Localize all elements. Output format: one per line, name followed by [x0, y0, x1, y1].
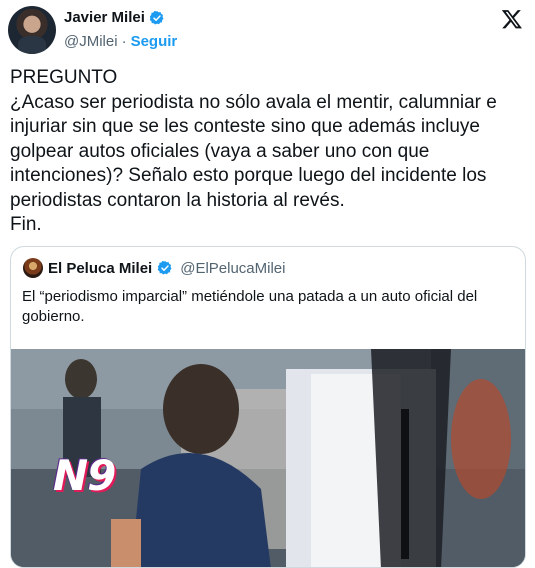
x-logo-icon[interactable]: [501, 8, 523, 30]
separator-dot: ·: [121, 33, 127, 50]
quoted-tweet-header: El Peluca Milei @ElPelucaMilei: [23, 258, 285, 278]
quoted-tweet-text: El “periodismo imparcial” metiéndole una…: [22, 288, 478, 325]
quoted-author-avatar: [23, 258, 43, 278]
handle-row: @JMilei · Seguir: [64, 33, 177, 50]
quoted-author-name: El Peluca Milei: [48, 259, 153, 277]
quoted-tweet-card[interactable]: El Peluca Milei @ElPelucaMilei El “perio…: [10, 246, 526, 568]
author-avatar[interactable]: [8, 6, 56, 54]
follow-button[interactable]: Seguir: [131, 33, 178, 50]
author-handle[interactable]: @JMilei: [64, 33, 118, 50]
channel-logo: N9: [53, 451, 116, 500]
verified-badge-icon: [157, 260, 172, 275]
author-name[interactable]: Javier Milei: [64, 9, 145, 26]
quoted-tweet-media[interactable]: N9: [11, 349, 525, 567]
tweet-text: PREGUNTO ¿Acaso ser periodista no sólo a…: [10, 67, 497, 235]
verified-badge-icon: [149, 10, 164, 25]
author-name-row: Javier Milei: [64, 9, 165, 26]
tweet-header: Javier Milei @JMilei · Seguir: [0, 0, 535, 64]
quoted-author-handle: @ElPelucaMilei: [180, 259, 286, 277]
